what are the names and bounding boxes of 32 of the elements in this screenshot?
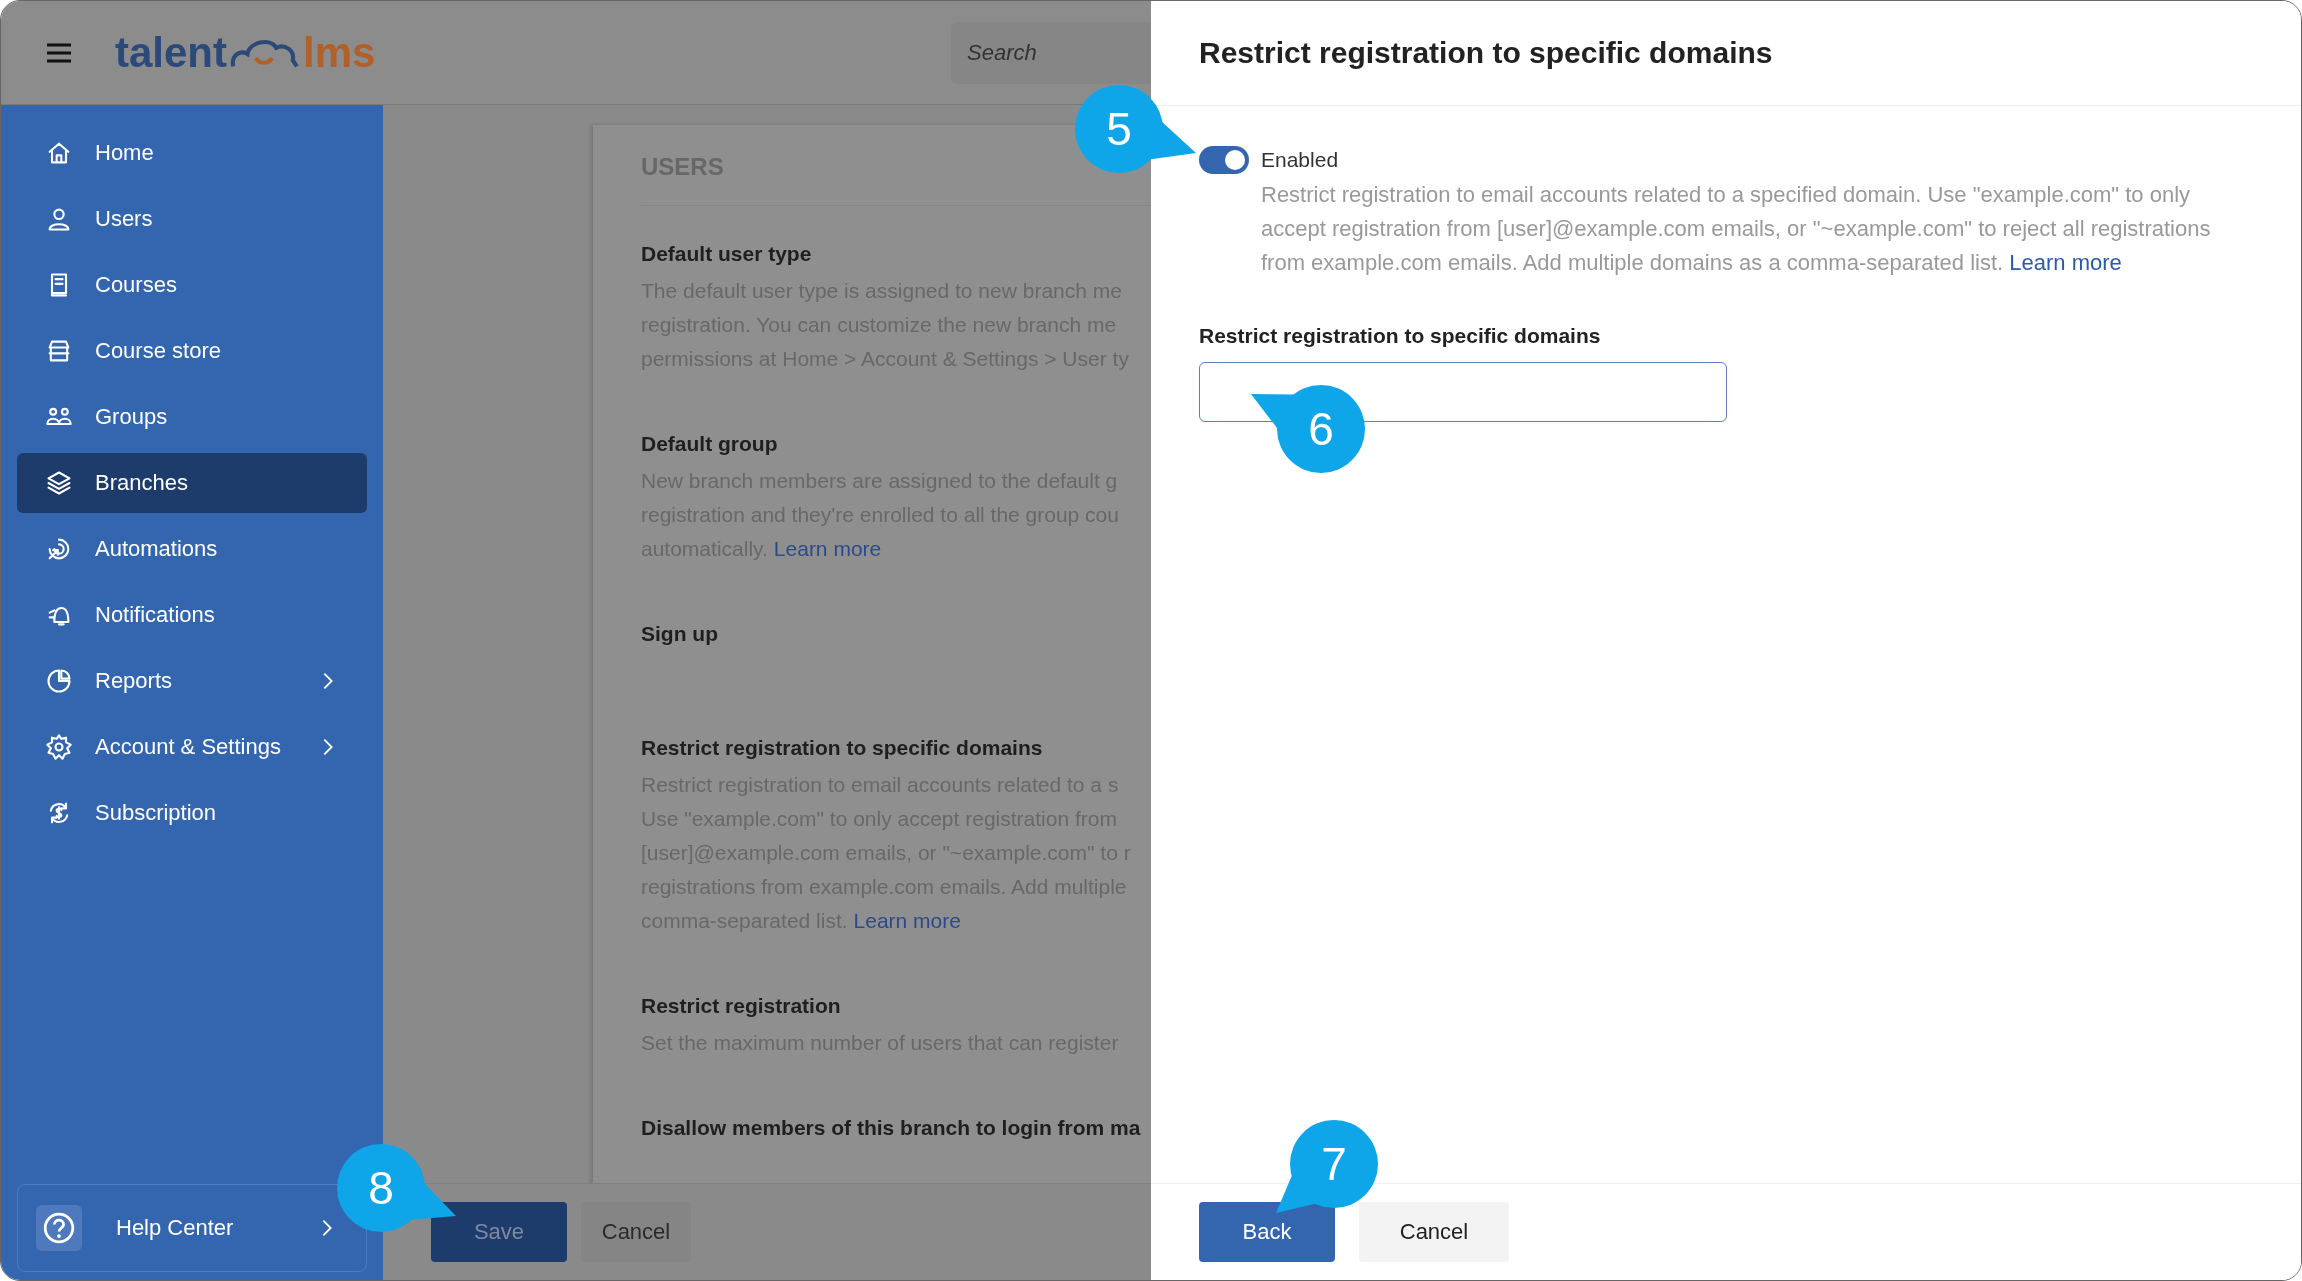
settings-icon	[45, 733, 73, 761]
field-label: Restrict registration to specific domains	[1199, 324, 1602, 348]
sidebar-item[interactable]: Branches	[17, 453, 367, 513]
sidebar-item[interactable]: Notifications	[17, 585, 367, 645]
cancel-button[interactable]: Cancel	[1359, 1202, 1509, 1262]
help-icon	[36, 1205, 82, 1251]
sidebar-item[interactable]: Account & Settings	[17, 717, 367, 777]
section-heading: Default group	[641, 432, 779, 456]
sidebar-item[interactable]: Course store	[17, 321, 367, 381]
section-heading: Default user type	[641, 242, 813, 266]
sidebar-item[interactable]: Automations	[17, 519, 367, 579]
drawer-title: Restrict registration to specific domains	[1199, 36, 1773, 70]
section-heading: Restrict registration	[641, 994, 842, 1018]
pie-chart-icon	[45, 667, 73, 695]
save-button[interactable]: Save	[431, 1202, 567, 1262]
sidebar-item[interactable]: Subscription	[17, 783, 367, 843]
toggle-switch[interactable]	[1199, 146, 1249, 174]
section-heading: Restrict registration to specific domains	[641, 736, 1044, 760]
sidebar-item[interactable]: Courses	[17, 255, 367, 315]
back-button[interactable]: Back	[1199, 1202, 1335, 1262]
description-text: Restrict registration to email accounts related to a specified domain. Use "example.com" to only accept registration from [user]@example.com emails, or "~example.com" to reject all registrations from example.com emails. Add multiple domains as a comma-separated list. Learn more	[1261, 181, 2212, 277]
learn-more-link[interactable]: Learn more	[2009, 250, 2122, 275]
sidebar-item[interactable]: Reports	[17, 651, 367, 711]
layers-icon	[45, 469, 73, 497]
search-field[interactable]: Search	[951, 21, 1151, 84]
sidebar-item[interactable]: Home	[17, 123, 367, 183]
sidebar-item[interactable]: Groups	[17, 387, 367, 447]
toggle-label: Enabled	[1261, 148, 1339, 172]
section-heading: Sign up	[641, 622, 719, 646]
sidebar-item[interactable]: Users	[17, 189, 367, 249]
section-heading: Disallow members of this branch to login from ma	[641, 1116, 1142, 1140]
cancel-button[interactable]: Cancel	[581, 1202, 691, 1262]
